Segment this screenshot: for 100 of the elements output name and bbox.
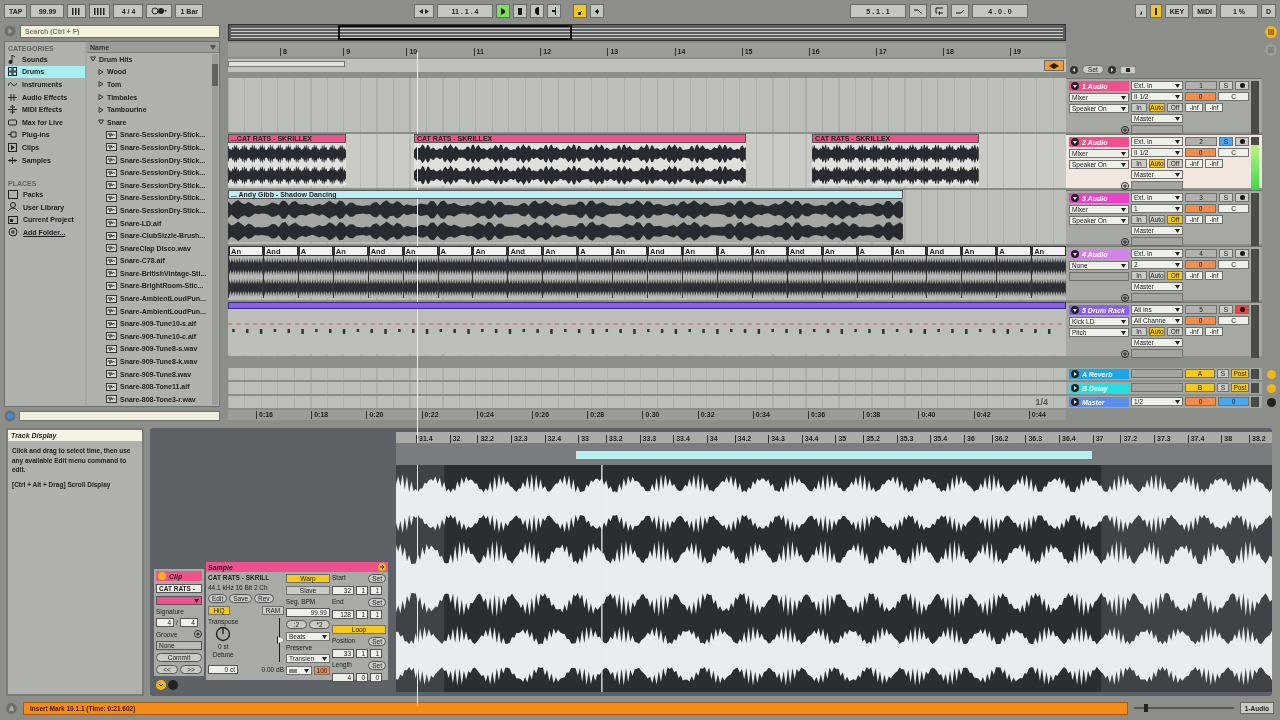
slider-drawing[interactable] xyxy=(1133,703,1234,713)
arm-button[interactable] xyxy=(1235,193,1249,202)
punch-out-icon xyxy=(956,8,964,14)
waveform-drawing xyxy=(543,256,578,298)
caret-icon xyxy=(1175,399,1180,404)
caret-icon xyxy=(1175,251,1180,256)
preview-toggle-icon[interactable] xyxy=(4,409,16,422)
follow-button[interactable] xyxy=(414,4,434,18)
audio-file-icon xyxy=(106,282,117,290)
arrow-right-icon[interactable] xyxy=(378,563,386,571)
automation-arm-button[interactable] xyxy=(573,4,587,18)
folder-icon xyxy=(8,214,18,225)
caret-icon xyxy=(1121,218,1126,223)
audio-file-icon xyxy=(106,332,117,341)
knob-icon[interactable] xyxy=(215,626,232,642)
groove-icon[interactable] xyxy=(194,630,202,638)
empty-dropdown xyxy=(1069,272,1129,281)
audio-file-icon xyxy=(106,344,117,353)
arrow-left-icon[interactable] xyxy=(1070,65,1078,74)
slider-thumb[interactable] xyxy=(277,636,284,644)
browser-toggle-icon[interactable] xyxy=(4,25,16,37)
audio-file-icon xyxy=(106,357,117,366)
add-icon[interactable] xyxy=(1121,294,1129,302)
audio-file-icon xyxy=(106,319,117,328)
preview-field[interactable] xyxy=(19,410,220,421)
loop-strip[interactable] xyxy=(396,443,1272,465)
loop-mode-dropdown[interactable] xyxy=(286,666,312,675)
track-lane[interactable]: 1/4 xyxy=(228,396,1066,408)
bars-icon xyxy=(94,7,106,15)
caret-icon xyxy=(322,656,327,661)
arm-button[interactable] xyxy=(1235,249,1249,258)
nudge-up-button[interactable] xyxy=(89,4,111,18)
caret-icon xyxy=(1121,330,1126,335)
level-meter xyxy=(1251,137,1259,190)
add-icon[interactable] xyxy=(1121,350,1129,358)
person-icon xyxy=(8,202,18,213)
output-channel-dropdown xyxy=(1131,349,1183,358)
nudge-down-button[interactable] xyxy=(67,4,87,18)
arm-button[interactable] xyxy=(1235,137,1249,146)
punch-out-button[interactable] xyxy=(951,4,969,18)
clip-color-dropdown[interactable] xyxy=(156,596,202,605)
status-dot-icon xyxy=(1266,397,1276,407)
waveform-drawing xyxy=(298,256,333,298)
status-dot-icon xyxy=(1266,369,1276,379)
loop-brace[interactable] xyxy=(228,61,346,67)
collapse-icon[interactable] xyxy=(1071,194,1079,202)
metronome-button[interactable] xyxy=(146,4,173,18)
stop-icon xyxy=(518,7,522,15)
overview-bar[interactable] xyxy=(228,24,1066,41)
expand-icon[interactable] xyxy=(1071,370,1079,378)
loop-button[interactable] xyxy=(930,4,948,18)
expand-icon[interactable] xyxy=(1071,384,1079,392)
expand-icon[interactable] xyxy=(156,680,166,690)
output-channel-dropdown xyxy=(1131,125,1183,134)
punch-in-button[interactable] xyxy=(909,4,927,18)
record-button[interactable] xyxy=(530,4,544,18)
collapse-icon[interactable] xyxy=(1071,82,1079,90)
collapse-icon[interactable] xyxy=(1071,250,1079,258)
overdub-button[interactable] xyxy=(547,4,561,18)
record-icon xyxy=(1239,307,1245,312)
module-icon xyxy=(8,117,17,127)
add-icon[interactable] xyxy=(1121,126,1129,134)
arrow-left-icon xyxy=(595,7,599,15)
triangle-down-icon xyxy=(90,56,96,63)
caret-icon xyxy=(1121,162,1126,167)
add-icon xyxy=(8,227,18,238)
caret-icon xyxy=(1175,94,1180,99)
stop-button[interactable] xyxy=(513,4,527,18)
collapse-icon[interactable] xyxy=(1071,306,1079,314)
caret-icon xyxy=(1121,151,1126,156)
loop-icon xyxy=(935,7,943,15)
back-to-arrangement-button[interactable] xyxy=(590,4,604,18)
add-icon[interactable] xyxy=(1121,182,1129,190)
computer-keyboard-button[interactable] xyxy=(1149,4,1162,18)
caret-icon xyxy=(1175,284,1180,289)
audio-file-icon xyxy=(106,370,117,379)
caret-icon xyxy=(1175,83,1180,88)
waveform-drawing xyxy=(229,256,263,298)
caret-icon xyxy=(1175,262,1180,267)
audio-file-icon xyxy=(106,294,117,303)
play-button[interactable] xyxy=(496,4,510,18)
punch-in-icon xyxy=(914,8,922,14)
add-icon[interactable] xyxy=(1121,238,1129,246)
expand-icon[interactable] xyxy=(1071,398,1079,406)
back-to-arrangement-button[interactable] xyxy=(1044,60,1064,71)
waveform-drawing xyxy=(403,256,438,298)
arm-button[interactable] xyxy=(1235,305,1249,314)
waveform-drawing xyxy=(613,256,648,298)
audio-file-icon xyxy=(106,206,117,215)
arrow-right-icon[interactable] xyxy=(1108,65,1116,74)
caret-icon xyxy=(1175,228,1180,233)
scrollbar[interactable] xyxy=(212,54,218,405)
record-icon xyxy=(1239,251,1245,256)
lock-icon[interactable] xyxy=(1120,65,1136,74)
collapse-icon[interactable] xyxy=(1071,138,1079,146)
caret-icon xyxy=(1121,207,1126,212)
caret-icon xyxy=(1175,318,1180,323)
arm-button[interactable] xyxy=(1235,81,1249,90)
waveform-drawing xyxy=(438,256,473,298)
caret-icon xyxy=(1175,172,1180,177)
